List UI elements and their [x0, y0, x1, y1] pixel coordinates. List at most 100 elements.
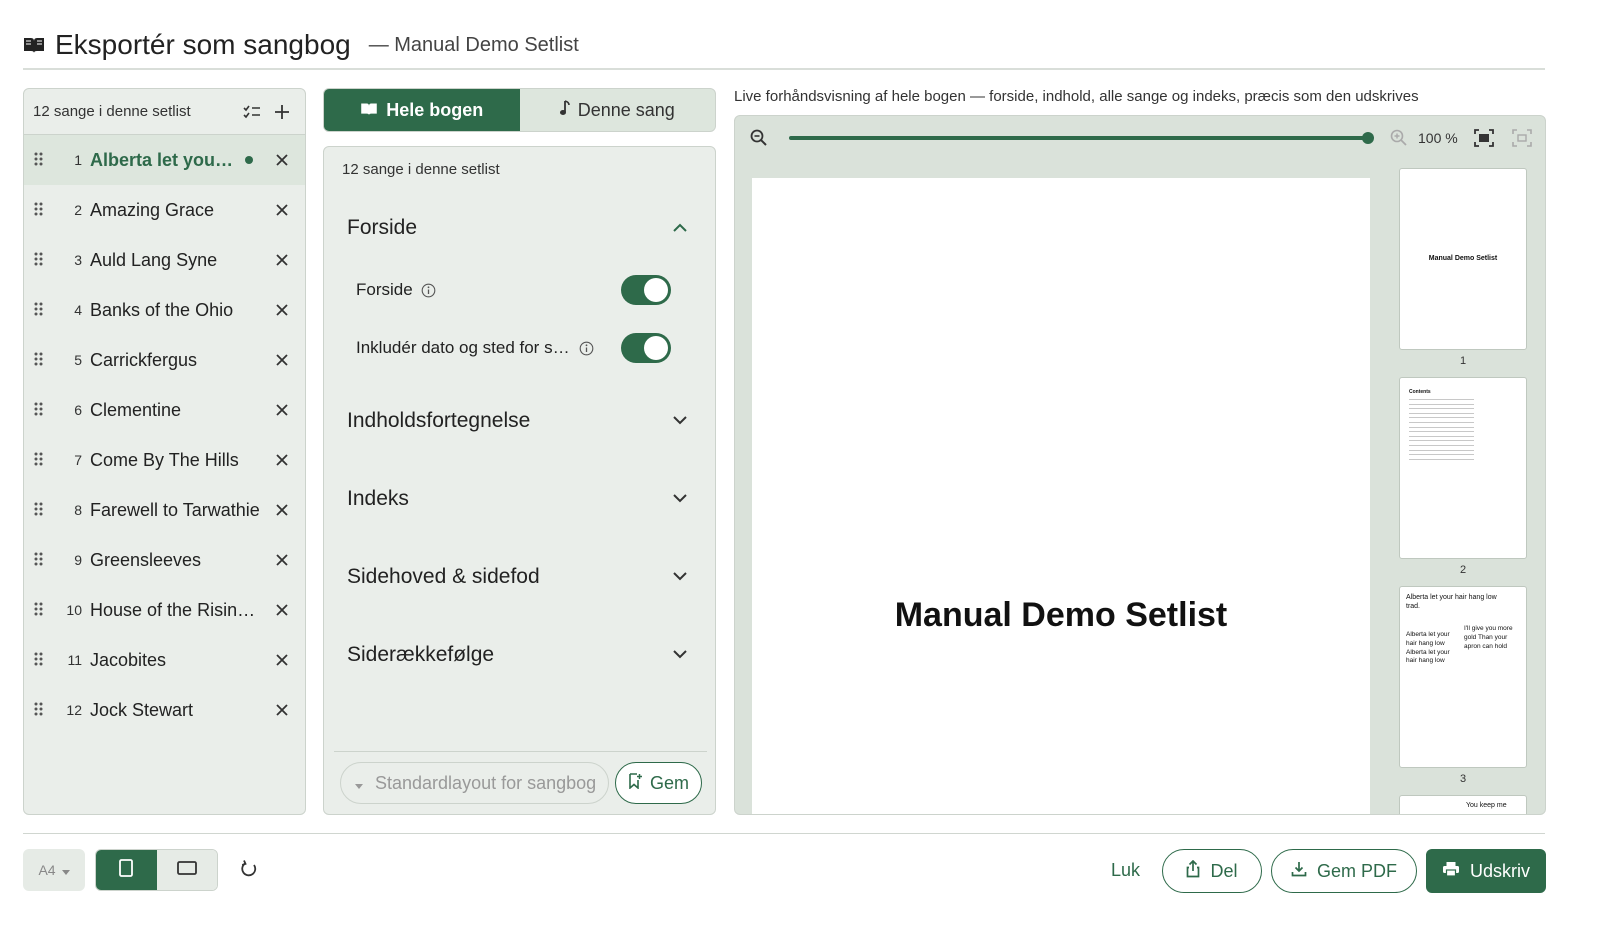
song-title: House of the Rising Sun [90, 599, 265, 620]
layout-preset-select[interactable]: Standardlayout for sangbog [340, 762, 609, 804]
section-cover[interactable]: Forside [324, 208, 715, 248]
remove-song-icon[interactable] [273, 401, 291, 419]
thumbnail-page-3[interactable]: Alberta let your hair hang low trad. Alb… [1399, 586, 1527, 768]
song-number: 4 [74, 302, 82, 318]
song-title: Greensleeves [90, 549, 202, 570]
cover-toggle[interactable] [621, 275, 671, 305]
song-title: Jock Stewart [90, 699, 194, 720]
remove-song-icon[interactable] [273, 201, 291, 219]
thumbnail-number: 2 [1459, 564, 1467, 576]
zoom-slider-handle[interactable] [1362, 132, 1374, 144]
section-index[interactable]: Indeks [324, 479, 715, 519]
remove-song-icon[interactable] [273, 451, 291, 469]
chevron-up-icon [673, 219, 687, 237]
drag-handle-icon[interactable] [34, 502, 46, 518]
remove-song-icon[interactable] [273, 501, 291, 519]
thumbnail-page-2[interactable]: Contents [1399, 377, 1527, 559]
section-header-footer[interactable]: Sidehoved & sidefod [324, 557, 715, 597]
remove-song-icon[interactable] [273, 251, 291, 269]
thumbnail-song: Alberta let your hair hang low trad. Alb… [1406, 593, 1520, 664]
song-row[interactable]: 9 Greensleeves [24, 535, 305, 585]
song-title: Banks of the Ohio [90, 299, 234, 320]
tab-whole-book[interactable]: Hele bogen [324, 89, 520, 131]
add-song-icon[interactable] [267, 97, 297, 127]
print-button[interactable]: Udskriv [1426, 849, 1546, 893]
info-icon[interactable] [579, 341, 594, 356]
tab-this-song[interactable]: Denne sang [520, 89, 716, 131]
share-button[interactable]: Del [1162, 849, 1262, 893]
song-title: Farewell to Tarwathie [90, 499, 260, 520]
song-row[interactable]: 11 Jacobites [24, 635, 305, 685]
drag-handle-icon[interactable] [34, 202, 46, 218]
song-title: Alberta let your hair hang low [90, 149, 237, 170]
song-row[interactable]: 7 Come By The Hills [24, 435, 305, 485]
drag-handle-icon[interactable] [34, 652, 46, 668]
song-row[interactable]: 2 Amazing Grace [24, 185, 305, 235]
tab-this-song-label: Denne sang [577, 99, 675, 120]
drag-handle-icon[interactable] [34, 152, 46, 168]
drag-handle-icon[interactable] [34, 452, 46, 468]
song-number: 1 [74, 152, 82, 168]
dialog-header: Eksportér som sangbog — Manual Demo Setl… [23, 22, 1545, 70]
song-row[interactable]: 12 Jock Stewart [24, 685, 305, 735]
save-pdf-button[interactable]: Gem PDF [1271, 849, 1417, 893]
song-row[interactable]: 4 Banks of the Ohio [24, 285, 305, 335]
remove-song-icon[interactable] [273, 651, 291, 669]
drag-handle-icon[interactable] [34, 402, 46, 418]
fit-page-icon[interactable] [1474, 129, 1494, 152]
save-layout-button[interactable]: Gem [615, 762, 702, 804]
remove-song-icon[interactable] [273, 301, 291, 319]
landscape-icon [176, 860, 197, 880]
song-title: Auld Lang Syne [90, 249, 218, 270]
drag-handle-icon[interactable] [34, 702, 46, 718]
zoom-slider[interactable] [789, 136, 1367, 140]
song-row[interactable]: 5 Carrickfergus [24, 335, 305, 385]
zoom-out-icon[interactable] [750, 129, 768, 152]
zoom-in-icon[interactable] [1390, 129, 1408, 152]
drag-handle-icon[interactable] [34, 602, 46, 618]
close-button[interactable]: Luk [1111, 860, 1140, 881]
dialog-title: Eksportér som sangbog [55, 29, 351, 60]
thumbnail-song-title: Alberta let your hair hang low [1406, 594, 1497, 601]
drag-handle-icon[interactable] [34, 352, 46, 368]
remove-song-icon[interactable] [273, 701, 291, 719]
remove-song-icon[interactable] [273, 551, 291, 569]
book-icon [23, 34, 45, 56]
save-layout-label: Gem [649, 772, 689, 793]
info-icon[interactable] [421, 283, 436, 298]
portrait-button[interactable] [96, 850, 157, 890]
date-place-toggle[interactable] [621, 333, 671, 363]
select-songs-icon[interactable] [237, 97, 267, 127]
section-toc[interactable]: Indholdsfortegnelse [324, 401, 715, 441]
paper-size-select[interactable]: A4 [23, 849, 85, 891]
chevron-down-icon [673, 490, 687, 508]
section-page-order[interactable]: Siderækkefølge [324, 635, 715, 675]
active-song-indicator [245, 156, 253, 164]
thumbnail-page-4[interactable]: You keep me [1399, 795, 1527, 814]
song-title: Jacobites [90, 649, 167, 670]
thumbnail-page-1[interactable]: Manual Demo Setlist [1399, 168, 1527, 350]
song-number: 8 [74, 502, 82, 518]
remove-song-icon[interactable] [273, 151, 291, 169]
bookmark-add-icon [628, 772, 642, 794]
fullscreen-icon[interactable] [1512, 129, 1532, 152]
song-row[interactable]: 1 Alberta let your hair hang low [24, 135, 305, 185]
chevron-down-icon [673, 412, 687, 430]
remove-song-icon[interactable] [273, 351, 291, 369]
remove-song-icon[interactable] [273, 601, 291, 619]
option-date-place: Inkludér dato og sted for setlisten [324, 331, 715, 365]
landscape-button[interactable] [156, 850, 217, 890]
reset-icon[interactable] [239, 859, 259, 884]
drag-handle-icon[interactable] [34, 302, 46, 318]
song-count: 12 sange i denne setlist [33, 103, 191, 120]
view-tabs: Hele bogen Denne sang [323, 88, 716, 132]
song-row[interactable]: 8 Farewell to Tarwathie [24, 485, 305, 535]
printer-icon [1442, 861, 1460, 882]
drag-handle-icon[interactable] [34, 252, 46, 268]
drag-handle-icon[interactable] [34, 552, 46, 568]
song-row[interactable]: 3 Auld Lang Syne [24, 235, 305, 285]
song-row[interactable]: 6 Clementine [24, 385, 305, 435]
song-row[interactable]: 10 House of the Rising Sun [24, 585, 305, 635]
music-note-icon [559, 99, 570, 121]
book-icon [360, 100, 378, 121]
